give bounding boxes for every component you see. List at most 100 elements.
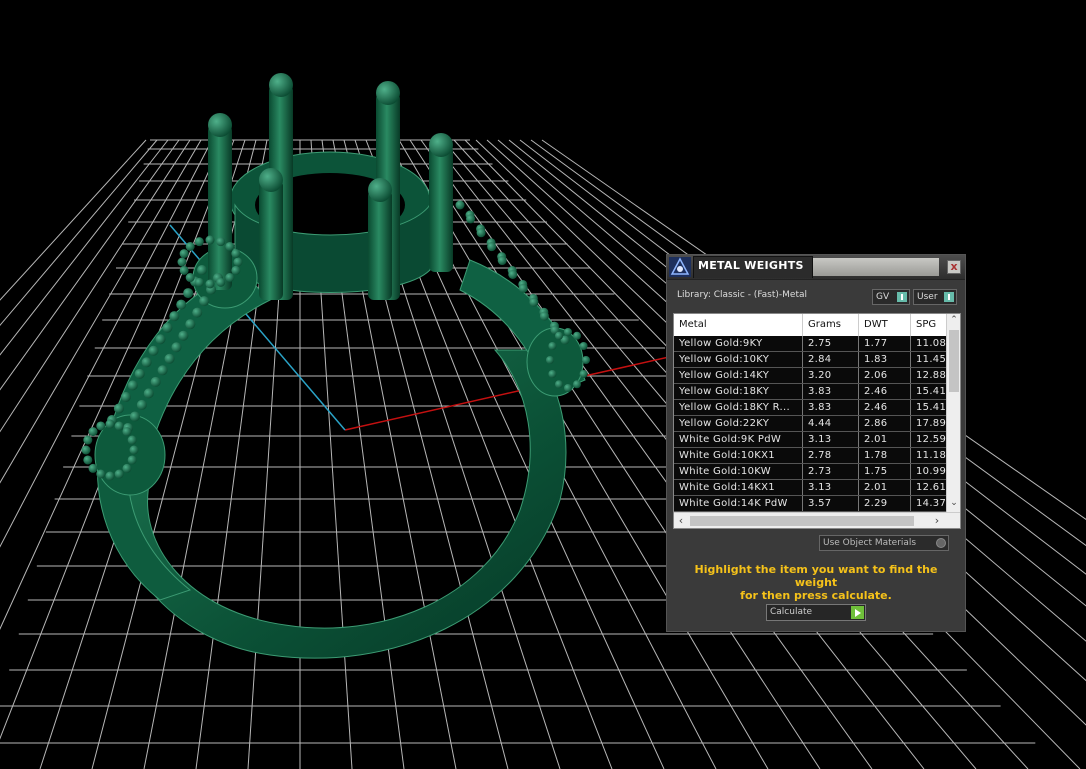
table-row[interactable]: Yellow Gold:14KY 3.20 2.06 12.88 <box>674 368 951 384</box>
toggle-knob-icon <box>944 292 954 302</box>
close-icon[interactable]: x <box>947 260 961 274</box>
cell-dwt: 2.46 <box>859 384 911 399</box>
bead <box>176 299 187 310</box>
column-header-metal[interactable]: Metal <box>674 314 803 336</box>
table-row[interactable]: Yellow Gold:9KY 2.75 1.77 11.08 <box>674 336 951 352</box>
table-row[interactable]: White Gold:14KX1 3.13 2.01 12.61 <box>674 480 951 496</box>
bead <box>122 427 132 437</box>
user-toggle-label: User <box>917 292 938 302</box>
bead <box>194 277 204 287</box>
scroll-up-icon[interactable]: ⌃ <box>947 315 960 325</box>
scroll-left-icon[interactable]: ‹ <box>674 514 688 527</box>
cell-dwt: 1.83 <box>859 352 911 367</box>
cell-dwt: 1.75 <box>859 464 911 479</box>
bead <box>127 435 137 445</box>
scroll-right-icon[interactable]: › <box>930 514 944 527</box>
prong-tip <box>269 73 293 97</box>
cell-spg: 17.89 <box>911 416 951 431</box>
cell-metal: White Gold:10KW <box>674 464 803 479</box>
column-header-grams[interactable]: Grams <box>803 314 859 336</box>
cell-grams: 3.83 <box>803 400 859 415</box>
use-object-materials-toggle[interactable]: Use Object Materials <box>819 535 949 551</box>
instruction-text: Highlight the item you want to find the … <box>675 563 957 602</box>
bead <box>105 419 115 429</box>
bead <box>225 273 235 283</box>
title-bar-fill <box>813 258 939 276</box>
cell-spg: 11.08 <box>911 336 951 351</box>
bead <box>178 330 189 341</box>
cell-grams: 2.78 <box>803 448 859 463</box>
column-header-dwt[interactable]: DWT <box>859 314 911 336</box>
prong <box>208 125 232 290</box>
bead <box>114 469 124 479</box>
prong <box>368 190 392 300</box>
table-row[interactable]: White Gold:10KX1 2.78 1.78 11.18 <box>674 448 951 464</box>
cell-metal: Yellow Gold:18KY R... <box>674 400 803 415</box>
table-row[interactable]: Yellow Gold:22KY 4.44 2.86 17.89 <box>674 416 951 432</box>
bead <box>233 257 243 267</box>
cell-grams: 3.20 <box>803 368 859 383</box>
bead <box>141 357 152 368</box>
scroll-down-icon[interactable]: ⌄ <box>947 498 960 508</box>
vertical-scrollbar[interactable]: ⌃ ⌄ <box>946 314 960 512</box>
library-label: Library: Classic - (Fast)-Metal <box>677 290 808 300</box>
bead <box>183 288 194 299</box>
table-row[interactable]: White Gold:9K PdW 3.13 2.01 12.59 <box>674 432 951 448</box>
bead <box>129 445 139 455</box>
prong <box>259 180 283 300</box>
cell-dwt: 2.46 <box>859 400 911 415</box>
bead <box>88 427 98 437</box>
instruction-line-1: Highlight the item you want to find the … <box>694 563 938 589</box>
calculate-button[interactable]: Calculate <box>766 604 866 621</box>
scroll-thumb[interactable] <box>690 516 914 526</box>
cell-metal: White Gold:14KX1 <box>674 480 803 495</box>
column-header-spg[interactable]: SPG <box>911 314 951 336</box>
bead <box>105 471 115 481</box>
table-row[interactable]: Yellow Gold:18KY R... 3.83 2.46 15.41 <box>674 400 951 416</box>
bead <box>127 380 138 391</box>
bead <box>155 334 166 345</box>
panel-title: METAL WEIGHTS <box>698 259 804 272</box>
bead <box>573 380 581 389</box>
cell-grams: 3.57 <box>803 496 859 511</box>
bead <box>225 241 235 251</box>
metal-table[interactable]: Metal Grams DWT SPG Yellow Gold:9KY 2.75 1… <box>673 313 961 529</box>
bead <box>205 235 215 245</box>
cell-metal: White Gold:9K PdW <box>674 432 803 447</box>
bead <box>546 356 554 364</box>
cell-dwt: 1.78 <box>859 448 911 463</box>
bead <box>539 311 549 321</box>
bead <box>573 331 581 340</box>
bead <box>120 391 131 402</box>
bead <box>83 455 93 465</box>
panel-titlebar[interactable]: METAL WEIGHTS x <box>667 255 965 280</box>
bead <box>579 342 588 350</box>
bead <box>134 368 145 379</box>
bead <box>579 370 588 378</box>
bead <box>169 311 180 322</box>
bead <box>185 273 195 283</box>
cell-spg: 15.41 <box>911 400 951 415</box>
cell-spg: 14.37 <box>911 496 951 511</box>
horizontal-scrollbar[interactable]: ‹ › <box>674 512 960 528</box>
bead <box>205 279 215 289</box>
ring-model[interactable] <box>81 73 591 659</box>
table-row[interactable]: Yellow Gold:10KY 2.84 1.83 11.45 <box>674 352 951 368</box>
cell-dwt: 2.29 <box>859 496 911 511</box>
bead <box>216 237 226 247</box>
radio-icon <box>936 538 946 548</box>
prong-tip <box>376 81 400 105</box>
cell-dwt: 2.01 <box>859 480 911 495</box>
table-row[interactable]: White Gold:14K PdW 3.57 2.29 14.37 <box>674 496 951 512</box>
user-toggle[interactable]: User <box>913 289 957 305</box>
cell-dwt: 2.01 <box>859 432 911 447</box>
bead <box>216 277 226 287</box>
cell-spg: 10.99 <box>911 464 951 479</box>
gv-toggle[interactable]: GV <box>872 289 910 305</box>
bead <box>555 331 563 340</box>
scroll-thumb[interactable] <box>949 330 959 392</box>
table-row[interactable]: White Gold:10KW 2.73 1.75 10.99 <box>674 464 951 480</box>
table-body: Yellow Gold:9KY 2.75 1.77 11.08 Yellow Gold:… <box>674 336 951 512</box>
table-row[interactable]: Yellow Gold:18KY 3.83 2.46 15.41 <box>674 384 951 400</box>
bead <box>83 435 93 445</box>
